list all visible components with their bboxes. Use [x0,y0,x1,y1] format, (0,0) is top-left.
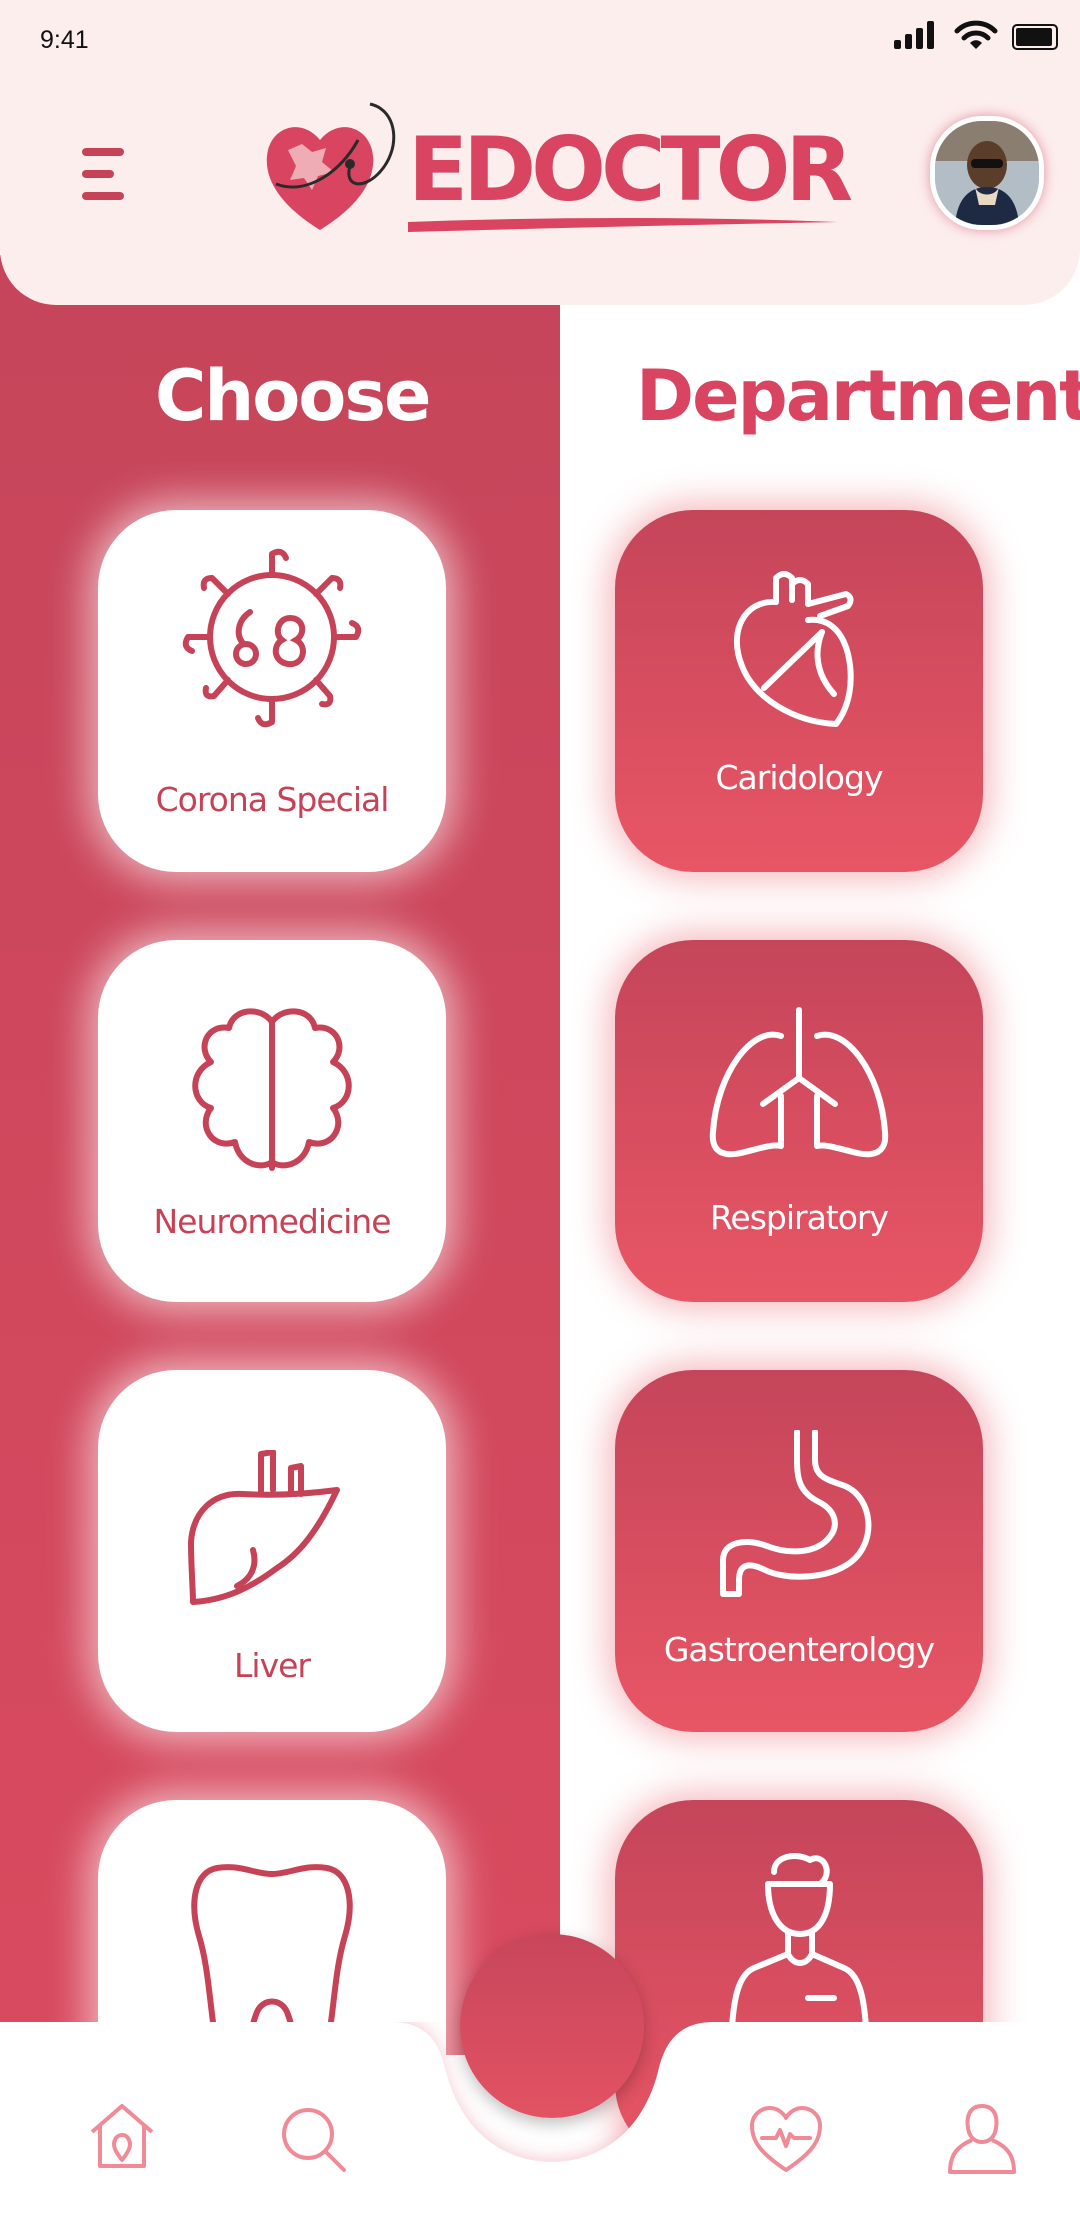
avatar[interactable] [930,116,1044,230]
virus-icon [182,548,362,728]
department-card-neuromedicine[interactable]: Neuromedicine [98,940,446,1302]
heart-stethoscope-icon [266,102,396,230]
search-icon[interactable] [278,2104,350,2176]
lungs-icon [709,1007,889,1158]
center-action-button[interactable] [460,1934,644,2118]
department-card-cardiology[interactable]: Caridology [615,510,983,872]
stomach-icon [720,1430,872,1597]
signal-icon [894,21,934,49]
department-label: Corona Special [155,780,390,819]
nurse-icon [729,1853,869,2031]
department-label: Caridology [715,758,884,797]
wifi-icon [954,20,998,49]
status-bar: 9:41 [0,0,1080,82]
department-card-corona[interactable]: Corona Special [98,510,446,872]
menu-icon[interactable] [72,148,132,204]
department-label: Gastroenterology [663,1630,935,1669]
brand-underline [408,218,838,232]
heart-pulse-icon[interactable] [748,2104,824,2176]
department-card-liver[interactable]: Liver [98,1370,446,1732]
brand-name: EDOCTOR [408,118,853,221]
brand-logo: EDOCTOR [258,100,853,240]
department-card-gastroenterology[interactable]: Gastroenterology [615,1370,983,1732]
user-icon[interactable] [946,2102,1018,2176]
brain-icon [192,1008,352,1171]
department-label: Neuromedicine [153,1202,391,1241]
choose-title: Choose [155,355,432,437]
status-time: 9:41 [40,26,89,54]
profile-photo [935,121,1039,225]
liver-icon [188,1450,340,1605]
department-title: Department [636,355,1080,437]
department-card-respiratory[interactable]: Respiratory [615,940,983,1302]
department-label: Respiratory [709,1198,889,1237]
home-icon[interactable] [86,2100,158,2172]
department-label: Liver [234,1646,311,1685]
heart-organ-icon [733,571,854,727]
battery-icon [1012,24,1058,50]
